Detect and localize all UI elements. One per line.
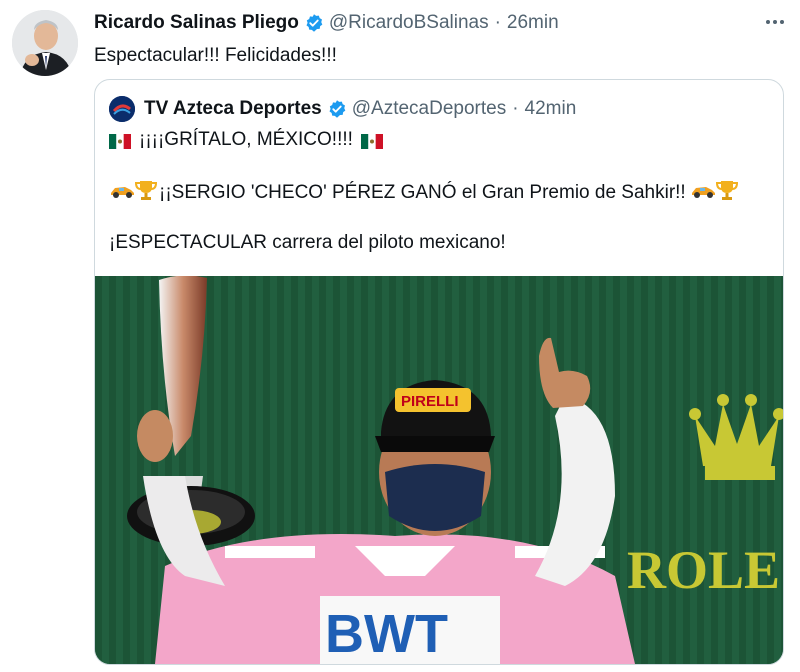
quoted-author-handle[interactable]: @AztecaDeportes <box>352 98 506 120</box>
quoted-line-1: ¡¡¡¡GRÍTALO, MÉXICO!!!! <box>109 129 383 151</box>
cap-sponsor: PIRELLI <box>401 393 459 410</box>
more-icon[interactable] <box>766 20 784 24</box>
race-car-icon <box>690 181 716 205</box>
quoted-line-3: ¡ESPECTACULAR carrera del piloto mexican… <box>109 232 506 253</box>
separator-dot: · <box>494 12 501 33</box>
verified-icon <box>327 99 347 119</box>
author-handle[interactable]: @RicardoBSalinas <box>329 12 489 34</box>
avatar[interactable] <box>12 10 78 76</box>
quoted-author-name[interactable]: TV Azteca Deportes <box>144 98 322 120</box>
quoted-tweet[interactable]: TV Azteca Deportes @AztecaDeportes · 42m… <box>94 79 784 665</box>
quoted-line-1-text: ¡¡¡¡GRÍTALO, MÉXICO!!!! <box>139 129 353 150</box>
race-car-icon <box>109 181 135 205</box>
quoted-avatar[interactable] <box>109 96 135 122</box>
trophy-icon <box>715 179 738 207</box>
separator-dot: · <box>512 98 519 119</box>
tweet-photo[interactable]: ROLE 2 BWT <box>95 276 783 664</box>
quoted-timestamp[interactable]: 42min <box>525 98 577 120</box>
tweet[interactable]: Ricardo Salinas Pliego @RicardoBSalinas … <box>0 0 800 672</box>
quoted-header: TV Azteca Deportes @AztecaDeportes · 42m… <box>109 96 576 122</box>
rolex-text: ROLE <box>627 540 780 600</box>
quoted-line-2: ¡¡SERGIO 'CHECO' PÉREZ GANÓ el Gran Prem… <box>109 179 738 207</box>
quoted-line-2-text: ¡¡SERGIO 'CHECO' PÉREZ GANÓ el Gran Prem… <box>159 182 686 203</box>
author-name[interactable]: Ricardo Salinas Pliego <box>94 12 299 34</box>
verified-icon <box>304 13 324 33</box>
suit-sponsor: BWT <box>325 604 448 664</box>
tweet-header: Ricardo Salinas Pliego @RicardoBSalinas … <box>94 12 559 34</box>
mexico-flag-icon <box>360 133 383 149</box>
tweet-text: Espectacular!!! Felicidades!!! <box>94 45 337 66</box>
trophy-icon <box>134 179 158 207</box>
timestamp[interactable]: 26min <box>507 12 559 34</box>
mexico-flag-icon <box>109 133 131 149</box>
